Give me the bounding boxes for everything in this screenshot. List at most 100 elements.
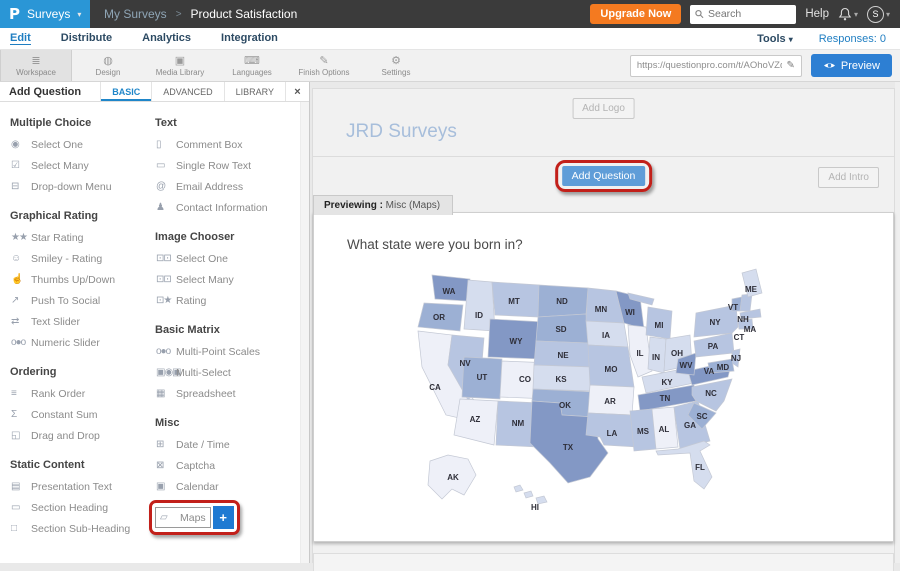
breadcrumb-parent[interactable]: My Surveys [104,7,167,21]
toolbar-item-label: Languages [232,68,272,77]
state-label-ct: CT [734,333,745,342]
tab-integration[interactable]: Integration [221,32,278,45]
date-time-icon: ⊞ [154,439,176,450]
responses-link[interactable]: Responses: 0 [819,33,886,45]
state-label-ma: MA [744,325,757,334]
question-type-push-to-social[interactable]: ↗Push To Social [9,290,154,311]
tools-menu[interactable]: Tools ▾ [757,33,793,45]
rank-order-icon: ≡ [9,388,31,399]
question-type-drop-down-menu[interactable]: ⊟Drop-down Menu [9,176,154,197]
question-text: What state were you born in? [347,237,523,252]
question-type-image-rating[interactable]: ⊡★Rating [154,290,299,311]
question-type-multi-select[interactable]: ▣◉▣Multi-Select [154,362,299,383]
question-type-maps[interactable]: ▱Maps [155,507,211,528]
toolbar-finish-options[interactable]: ✎Finish Options [288,50,360,81]
question-type-presentation-text[interactable]: ▤Presentation Text [9,476,154,497]
account-menu[interactable]: S ▾ [867,6,890,23]
question-type-single-row-text[interactable]: ▭Single Row Text [154,155,299,176]
product-switcher[interactable]: P Surveys ▾ [0,0,90,28]
tab-analytics[interactable]: Analytics [142,32,191,45]
star-rating-icon: ★★ [9,232,31,243]
upgrade-now-button[interactable]: Upgrade Now [590,4,681,24]
question-type-label: Select One [31,139,83,151]
question-type-section-heading[interactable]: ▭Section Heading [9,497,154,518]
question-type-rank-order[interactable]: ≡Rank Order [9,383,154,404]
us-map[interactable]: WAORCANVIDMTWYUTCOAZNMNDSDNEKSOKTXMNIAMO… [402,267,768,525]
panel-scrollbar[interactable] [300,102,309,563]
add-logo-button[interactable]: Add Logo [572,98,635,119]
panel-body: Multiple Choice◉Select One☑Select Many⊟D… [0,102,309,539]
question-type-image-select-many[interactable]: ⊡⊡Select Many [154,269,299,290]
state-hi[interactable] [514,485,523,492]
question-type-select-many[interactable]: ☑Select Many [9,155,154,176]
state-label-al: AL [659,425,670,434]
tab-edit[interactable]: Edit [10,32,31,45]
state-label-ak: AK [447,473,459,482]
global-search[interactable] [690,5,796,24]
main-scrollbar[interactable] [895,82,900,563]
add-intro-button[interactable]: Add Intro [818,167,879,188]
preview-button[interactable]: Preview [811,54,892,77]
add-maps-question-button[interactable]: + [213,506,234,529]
question-type-label: Maps [180,512,206,524]
toolbar-workspace[interactable]: ≣Workspace [0,50,72,81]
question-type-star-rating[interactable]: ★★Star Rating [9,227,154,248]
state-label-id: ID [475,311,483,320]
question-type-drag-and-drop[interactable]: ◱Drag and Drop [9,425,154,446]
question-type-image-select-one[interactable]: ⊡⊡Select One [154,248,299,269]
question-type-date-time[interactable]: ⊞Date / Time [154,434,299,455]
question-type-constant-sum[interactable]: ΣConstant Sum [9,404,154,425]
notifications-button[interactable]: ▾ [838,7,858,21]
workspace-icon: ≣ [31,55,40,67]
question-type-text-slider[interactable]: ⇄Text Slider [9,311,154,332]
question-type-multi-point-scales[interactable]: o●oMulti-Point Scales [154,341,299,362]
text-slider-icon: ⇄ [9,316,31,327]
toolbar-design[interactable]: ◍Design [72,50,144,81]
image-rating-icon: ⊡★ [154,295,176,306]
toolbar-settings[interactable]: ⚙Settings [360,50,432,81]
search-input[interactable] [708,8,791,20]
question-type-calendar[interactable]: ▣Calendar [154,476,299,497]
state-label-ks: KS [555,375,567,384]
panel-tab-library[interactable]: LIBRARY [224,82,285,101]
question-type-numeric-slider[interactable]: o●oNumeric Slider [9,332,154,353]
question-type-spreadsheet[interactable]: ▦Spreadsheet [154,383,299,404]
panel-tab-basic[interactable]: BASIC [100,82,151,101]
close-panel-button[interactable]: × [285,82,309,101]
edit-url-icon[interactable]: ✎ [786,60,794,71]
search-icon [695,9,704,19]
add-question-button[interactable]: Add Question [562,166,646,186]
question-type-thumbs-up-down[interactable]: ☝Thumbs Up/Down [9,269,154,290]
question-type-label: Smiley - Rating [31,253,102,265]
state-label-ne: NE [557,351,569,360]
question-type-select-one[interactable]: ◉Select One [9,134,154,155]
question-type-label: Text Slider [31,316,80,328]
preview-label: Preview [841,60,880,72]
question-type-captcha[interactable]: ⊠Captcha [154,455,299,476]
chevron-down-icon: ▾ [886,10,890,19]
state-hi[interactable] [524,491,533,498]
question-type-smiley-rating[interactable]: ☺Smiley - Rating [9,248,154,269]
state-label-wa: WA [443,287,456,296]
previewing-value: Misc (Maps) [383,200,440,211]
section-heading: Ordering [10,366,154,378]
question-type-label: Date / Time [176,439,230,451]
state-label-ca: CA [429,383,441,392]
question-type-section-sub-heading[interactable]: □Section Sub-Heading [9,518,154,539]
question-type-contact-information[interactable]: ♟Contact Information [154,197,299,218]
question-type-email-address[interactable]: @Email Address [154,176,299,197]
survey-url-input[interactable] [637,60,783,71]
panel-tab-advanced[interactable]: ADVANCED [151,82,223,101]
toolbar-languages[interactable]: ⌨Languages [216,50,288,81]
tab-distribute[interactable]: Distribute [61,32,112,45]
question-type-comment-box[interactable]: ▯Comment Box [154,134,299,155]
question-type-label: Single Row Text [176,160,251,172]
state-label-me: ME [745,285,758,294]
toolbar-media-library[interactable]: ▣Media Library [144,50,216,81]
question-type-label: Comment Box [176,139,243,151]
help-link[interactable]: Help [805,8,829,20]
survey-title[interactable]: JRD Surveys [346,121,457,143]
state-label-sd: SD [555,325,566,334]
state-label-md: MD [717,363,730,372]
question-type-label: Multi-Point Scales [176,346,260,358]
